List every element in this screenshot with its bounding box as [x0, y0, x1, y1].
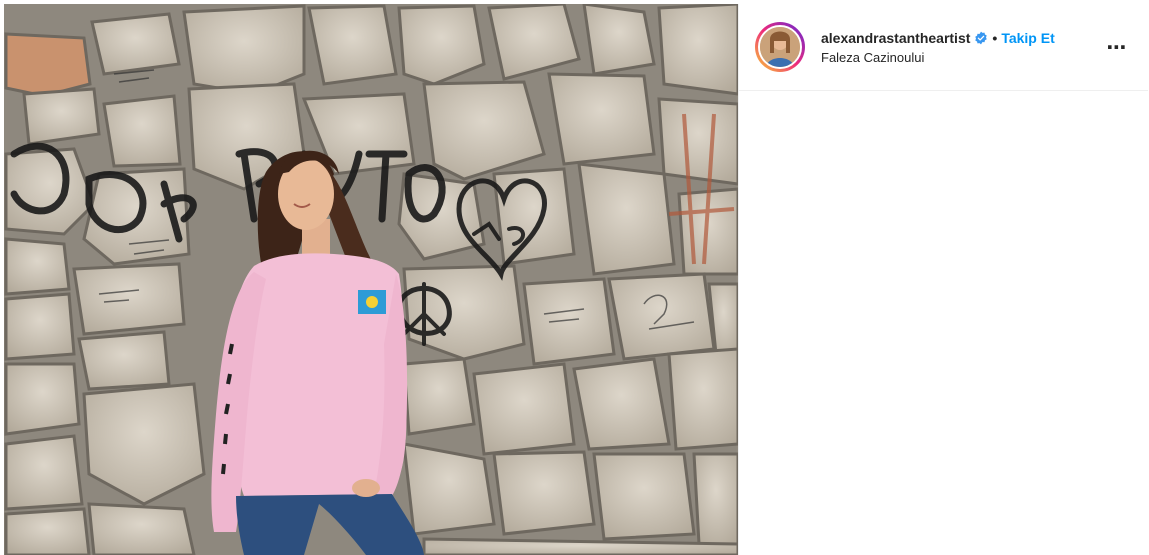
separator-dot: •: [992, 30, 998, 46]
instagram-post-modal: alexandrastantheartist • Takip Et Faleza…: [0, 0, 1149, 555]
photo-illustration: [4, 4, 738, 555]
author-row: alexandrastantheartist • Takip Et: [821, 29, 1102, 47]
verified-badge-icon: [974, 31, 988, 45]
more-options-icon[interactable]: ⋯: [1102, 32, 1132, 62]
post-sidebar: alexandrastantheartist • Takip Et Faleza…: [738, 4, 1148, 555]
post-location[interactable]: Faleza Cazinoului: [821, 50, 1102, 65]
avatar-story-ring[interactable]: [755, 22, 805, 72]
post-author-meta: alexandrastantheartist • Takip Et Faleza…: [821, 29, 1102, 65]
profile-photo-icon: [760, 27, 800, 67]
avatar[interactable]: [758, 25, 802, 69]
follow-button[interactable]: Takip Et: [1001, 29, 1054, 47]
author-username[interactable]: alexandrastantheartist: [821, 29, 970, 47]
post-header: alexandrastantheartist • Takip Et Faleza…: [739, 4, 1148, 91]
post-photo[interactable]: [4, 4, 738, 555]
